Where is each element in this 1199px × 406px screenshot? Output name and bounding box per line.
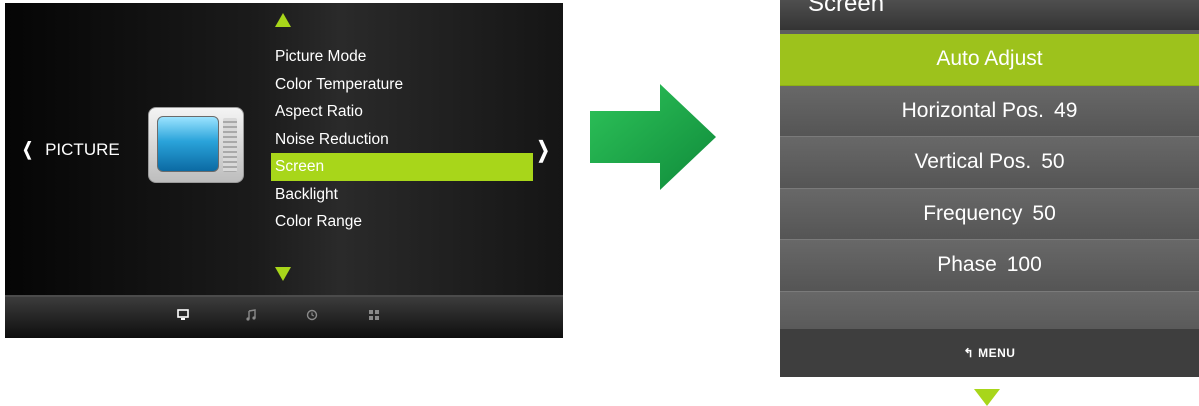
clock-icon[interactable] [306, 309, 318, 324]
submenu-item-phase[interactable]: Phase 100 [780, 240, 1199, 292]
tv-main-menu: ❮ PICTURE Picture Mode Color Temperature… [5, 3, 563, 338]
menu-item-color-range[interactable]: Color Range [271, 208, 533, 236]
submenu-title: Screen [780, 0, 1199, 30]
submenu-item-horizontal-pos[interactable]: Horizontal Pos. 49 [780, 85, 1199, 137]
submenu-item-value: 50 [1041, 150, 1065, 173]
menu-item-color-temperature[interactable]: Color Temperature [271, 71, 533, 99]
back-arrow-icon: ↰ [963, 346, 975, 360]
submenu-item-value: 50 [1032, 201, 1056, 225]
screen-submenu: Screen Auto Adjust Horizontal Pos. 49 Ver… [780, 0, 1199, 377]
scroll-up-arrow-icon[interactable] [275, 13, 291, 27]
tv-speaker-graphic [223, 118, 237, 172]
menu-item-aspect-ratio[interactable]: Aspect Ratio [271, 98, 533, 126]
tv-picture-icon [148, 107, 244, 183]
submenu-item-label: Frequency [923, 201, 1023, 225]
chevron-left-icon[interactable]: ❮ [22, 139, 33, 160]
menu-back-button[interactable]: ↰ MENU [780, 329, 1199, 377]
music-icon[interactable] [245, 309, 257, 324]
menu-item-screen[interactable]: Screen [271, 153, 533, 181]
submenu-item-label: Auto Adjust [936, 47, 1043, 70]
arrow-right-icon [590, 84, 716, 190]
picture-icon[interactable] [177, 309, 189, 324]
picture-menu-list: Picture Mode Color Temperature Aspect Ra… [271, 43, 533, 236]
submenu-item-value: 49 [1054, 98, 1078, 122]
submenu-item-label: Horizontal Pos. [901, 98, 1045, 122]
menu-item-noise-reduction[interactable]: Noise Reduction [271, 126, 533, 154]
menu-item-backlight[interactable]: Backlight [271, 181, 533, 209]
grid-icon[interactable] [368, 309, 380, 324]
bottom-nav-bar [5, 295, 563, 338]
screen-settings-list: Auto Adjust Horizontal Pos. 49 Vertical P… [780, 34, 1199, 343]
category-label: PICTURE [45, 139, 120, 159]
submenu-item-frequency[interactable]: Frequency 50 [780, 188, 1199, 240]
submenu-item-vertical-pos[interactable]: Vertical Pos. 50 [780, 137, 1199, 189]
menu-back-label: MENU [978, 346, 1016, 360]
scroll-down-arrow-icon[interactable] [275, 267, 291, 281]
submenu-item-label: Phase [937, 253, 997, 276]
menu-item-picture-mode[interactable]: Picture Mode [271, 43, 533, 71]
submenu-item-label: Vertical Pos. [914, 150, 1032, 173]
submenu-item-value: 100 [1006, 253, 1042, 276]
scroll-down-arrow-icon[interactable] [974, 389, 1000, 406]
chevron-right-icon[interactable]: ❯ [537, 137, 550, 163]
category-nav[interactable]: ❮ PICTURE [20, 139, 120, 160]
submenu-item-auto-adjust[interactable]: Auto Adjust [780, 34, 1199, 86]
tv-screen-graphic [157, 116, 219, 172]
